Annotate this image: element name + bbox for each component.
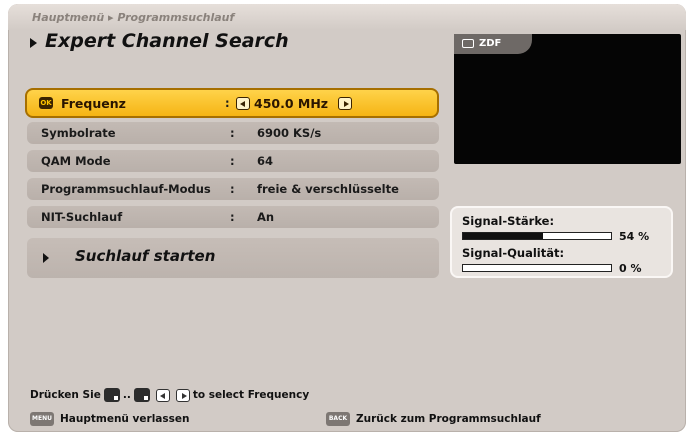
channel-preview: ZDF (454, 34, 681, 164)
setting-row-qam-mode[interactable]: QAM Mode : 64 (27, 150, 439, 172)
arrow-left-icon (155, 388, 170, 402)
ok-key-icon: OK (39, 97, 53, 109)
hint-prefix: Drücken Sie (30, 389, 101, 401)
arrow-right-icon (175, 388, 190, 402)
signal-quality-bar (462, 264, 612, 272)
hint-suffix: to select Frequency (192, 389, 310, 401)
number-key-icon (103, 388, 120, 402)
separator-colon: : (230, 182, 235, 196)
key-hint: Drücken Sie .. to select Frequency (30, 388, 309, 402)
footer-back-hint[interactable]: BACK Zurück zum Programmsuchlauf (326, 412, 541, 426)
menu-key-icon: MENU (30, 412, 54, 426)
setting-row-nit-suchlauf[interactable]: NIT-Suchlauf : An (27, 206, 439, 228)
back-key-icon: BACK (326, 412, 350, 426)
preview-channel-tab: ZDF (454, 34, 532, 54)
footer-menu-label: Hauptmenü verlassen (60, 413, 190, 425)
separator-colon: : (225, 96, 230, 110)
title-row: Expert Channel Search (30, 30, 289, 52)
signal-strength-label: Signal-Stärke: (462, 214, 555, 228)
footer-menu-hint[interactable]: MENU Hauptmenü verlassen (30, 412, 189, 426)
tv-icon (462, 39, 474, 48)
setting-label: Symbolrate (41, 126, 116, 140)
setting-value: 6900 KS/s (257, 126, 322, 140)
signal-quality-label: Signal-Qualität: (462, 246, 565, 260)
setting-label: Programmsuchlauf-Modus (41, 182, 211, 196)
hint-ellipsis: .. (122, 389, 131, 401)
play-arrow-icon (43, 253, 49, 263)
page-title: Expert Channel Search (45, 30, 289, 52)
start-search-button[interactable]: Suchlauf starten (27, 238, 439, 278)
setting-value: freie & verschlüsselte (257, 182, 399, 196)
setting-value: 450.0 MHz (254, 96, 329, 111)
setting-label: QAM Mode (41, 154, 111, 168)
start-search-label: Suchlauf starten (75, 247, 216, 265)
breadcrumb: Hauptmenü ▸ Programmsuchlauf (32, 11, 235, 24)
signal-strength-fill (463, 233, 543, 239)
setting-row-frequenz[interactable]: OK Frequenz : 450.0 MHz (25, 88, 439, 118)
separator-colon: : (230, 210, 235, 224)
setting-row-suchlauf-modus[interactable]: Programmsuchlauf-Modus : freie & verschl… (27, 178, 439, 200)
separator-colon: : (230, 126, 235, 140)
signal-quality-value: 0 % (619, 262, 642, 275)
signal-strength-value: 54 % (619, 230, 650, 243)
arrow-left-icon[interactable] (236, 97, 250, 110)
setting-value: 64 (257, 154, 274, 168)
arrow-right-icon[interactable] (338, 97, 352, 110)
number-key-icon (133, 388, 150, 402)
footer-back-label: Zurück zum Programmsuchlauf (356, 413, 541, 425)
title-arrow-icon (30, 37, 37, 48)
setting-value: An (257, 210, 275, 224)
setting-label: Frequenz (61, 96, 126, 111)
preview-channel-name: ZDF (479, 38, 502, 49)
separator-colon: : (230, 154, 235, 168)
setting-row-symbolrate[interactable]: Symbolrate : 6900 KS/s (27, 122, 439, 144)
signal-strength-bar (462, 232, 612, 240)
setting-label: NIT-Suchlauf (41, 210, 123, 224)
signal-panel: Signal-Stärke: 54 % Signal-Qualität: 0 % (450, 206, 673, 278)
